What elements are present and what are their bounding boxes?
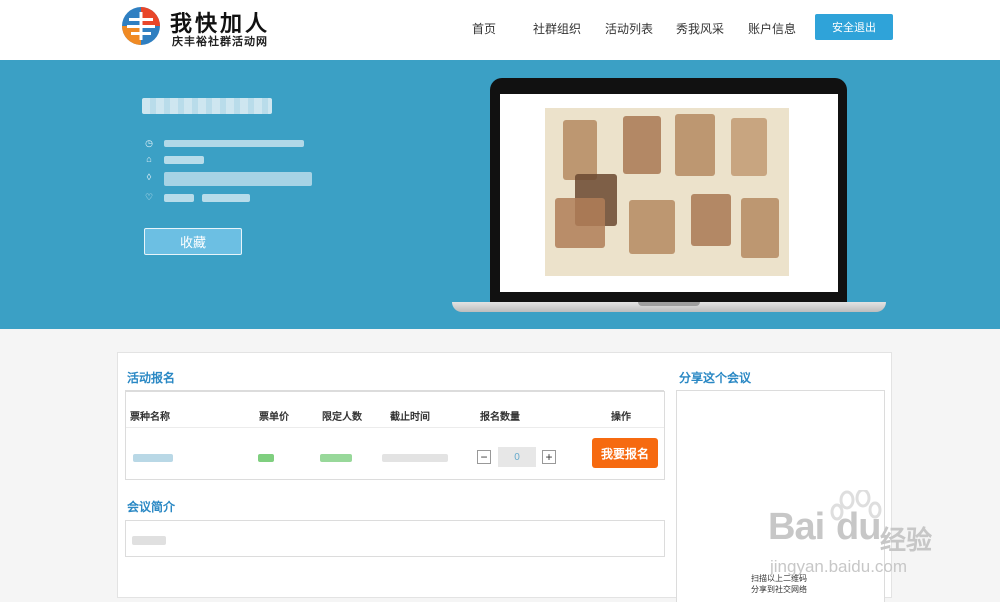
col-limit: 限定人数 [322, 412, 362, 423]
event-time-blurred [164, 140, 304, 147]
nav-home[interactable]: 首页 [472, 20, 496, 37]
table-header-divider [126, 427, 664, 428]
event-stats-blurred-2 [202, 194, 250, 202]
col-quantity: 报名数量 [480, 412, 520, 423]
quantity-plus-button[interactable]: + [542, 450, 556, 464]
ticket-name-blurred [133, 454, 173, 462]
favorite-button[interactable]: 收藏 [144, 228, 242, 255]
col-unit-price: 票单价 [259, 412, 289, 423]
clock-icon: ◷ [145, 138, 153, 148]
laptop-notch [638, 302, 700, 306]
building-icon: ⌂ [146, 154, 152, 164]
qr-caption-line2: 分享到社交网络 [751, 585, 807, 594]
ticket-price-blurred [258, 454, 274, 462]
event-title-blurred [142, 98, 272, 114]
event-organizer-blurred [164, 156, 204, 164]
intro-section-title: 会议简介 [127, 498, 176, 522]
signup-button[interactable]: 我要报名 [592, 438, 658, 468]
quantity-input[interactable] [498, 447, 536, 467]
watermark-cn: 经验 [880, 525, 933, 555]
watermark-url: jingyan.baidu.com [770, 557, 908, 576]
heart-icon: ♡ [144, 192, 154, 202]
col-action: 操作 [611, 412, 631, 423]
intro-text-blurred [132, 536, 166, 545]
quantity-minus-button[interactable]: − [477, 450, 491, 464]
col-deadline: 截止时间 [390, 412, 430, 423]
intro-box [125, 520, 665, 557]
nav-showcase[interactable]: 秀我风采 [676, 20, 724, 37]
ticket-deadline-blurred [382, 454, 448, 462]
event-address-blurred [164, 172, 312, 186]
col-ticket-name: 票种名称 [130, 412, 170, 423]
location-pin-icon: ◊ [146, 172, 152, 182]
ticket-limit-blurred [320, 454, 352, 462]
brand-subtitle: 庆丰裕社群活动网 [172, 36, 268, 48]
nav-community[interactable]: 社群组织 [533, 20, 581, 37]
watermark-brand-text: Bai [768, 506, 825, 548]
event-stats-blurred [164, 194, 194, 202]
logout-button[interactable]: 安全退出 [815, 14, 893, 40]
ticket-table: 票种名称 票单价 限定人数 截止时间 报名数量 操作 − + 我要报名 [125, 391, 665, 480]
watermark-brand-tail: du [836, 506, 881, 548]
event-banner: ◷ ⌂ ◊ ♡ 收藏 [0, 60, 1000, 329]
nav-account[interactable]: 账户信息 [748, 20, 796, 37]
logo-icon[interactable] [121, 6, 161, 46]
site-header: 我快加人 庆丰裕社群活动网 首页 社群组织 活动列表 秀我风采 账户信息 安全退… [0, 0, 1000, 60]
event-poster-image [545, 108, 789, 276]
nav-activities[interactable]: 活动列表 [605, 20, 653, 37]
